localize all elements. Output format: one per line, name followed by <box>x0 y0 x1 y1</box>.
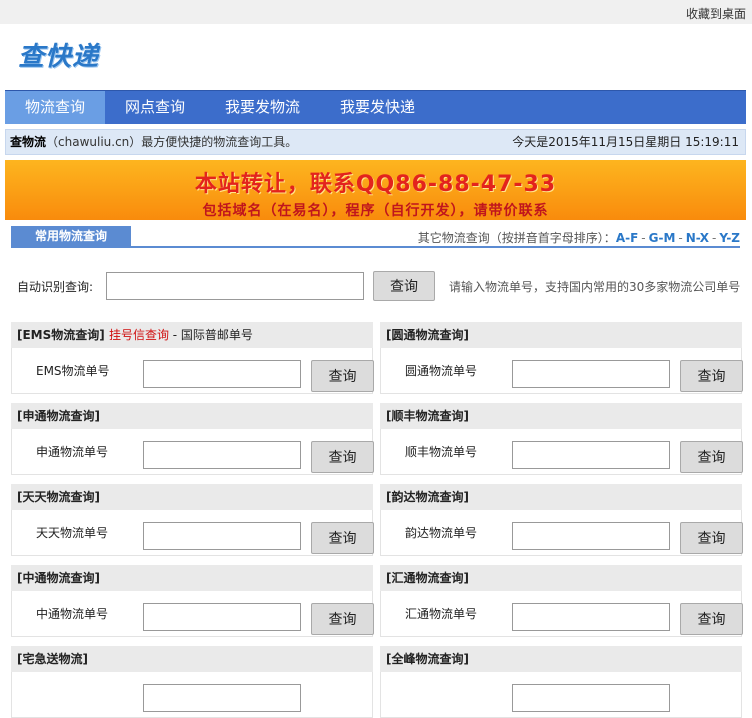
other-logistics-index: 其它物流查询（按拼音首字母排序）：A-F - G-M - N-X - Y-Z <box>418 229 740 246</box>
top-bar: 收藏到桌面 <box>0 0 752 24</box>
carrier-panel-tiantian: [天天物流查询] 天天物流单号 查询 <box>11 484 374 556</box>
main-nav: 物流查询 网点查询 我要发物流 我要发快递 <box>5 90 746 124</box>
carrier-panel-quanfeng: [全峰物流查询] <box>380 646 742 718</box>
carrier-panel-yuantong: [圆通物流查询] 圆通物流单号 查询 <box>380 322 743 394</box>
carrier-header: [申通物流查询] <box>11 403 373 429</box>
nav-send-express[interactable]: 我要发快递 <box>320 91 435 124</box>
huitong-query-button[interactable]: 查询 <box>680 603 743 635</box>
yunda-tracking-input[interactable] <box>512 522 670 550</box>
nav-logistics-query[interactable]: 物流查询 <box>5 91 106 124</box>
nav-branch-query[interactable]: 网点查询 <box>105 91 205 124</box>
carrier-body: 中通物流单号 查询 <box>11 591 374 637</box>
carrier-field-label: 韵达物流单号 <box>405 526 478 540</box>
banner-subline: 包括域名（在易名），程序（自行开发），请带价联系 <box>202 203 549 219</box>
carrier-title: [韵达物流查询] <box>386 490 469 504</box>
carrier-field-label: 天天物流单号 <box>36 526 109 540</box>
huitong-tracking-input[interactable] <box>512 603 670 631</box>
international-mail-link[interactable]: - 国际普邮单号 <box>169 328 253 342</box>
site-name: 查物流 <box>10 135 47 149</box>
carrier-header: [圆通物流查询] <box>380 322 742 348</box>
carrier-title: [圆通物流查询] <box>386 328 469 342</box>
carrier-title: [顺丰物流查询] <box>386 409 469 423</box>
carrier-body: 顺丰物流单号 查询 <box>380 429 743 475</box>
carrier-panel-yunda: [韵达物流查询] 韵达物流单号 查询 <box>380 484 743 556</box>
carrier-body: 韵达物流单号 查询 <box>380 510 743 556</box>
carrier-header: [EMS物流查询] 挂号信查询 - 国际普邮单号 <box>11 322 373 348</box>
range-a-f-link[interactable]: A-F <box>616 231 638 245</box>
carrier-title: [全峰物流查询] <box>386 652 469 666</box>
info-bar: 查物流（chawuliu.cn）最方便快捷的物流查询工具。 今天是2015年11… <box>5 129 746 155</box>
carrier-panel-shentong: [申通物流查询] 申通物流单号 查询 <box>11 403 374 475</box>
carrier-header: [顺丰物流查询] <box>380 403 742 429</box>
carrier-title: [中通物流查询] <box>17 571 100 585</box>
carrier-header: [全峰物流查询] <box>380 646 742 672</box>
range-y-z-link[interactable]: Y-Z <box>719 231 740 245</box>
carrier-panel-ems: [EMS物流查询] 挂号信查询 - 国际普邮单号 EMS物流单号 查询 <box>11 322 374 394</box>
promo-banner[interactable]: 本站转让，联系QQ86-88-47-33 包括域名（在易名），程序（自行开发），… <box>5 160 746 220</box>
range-separator: - <box>641 231 646 245</box>
yunda-query-button[interactable]: 查询 <box>680 522 743 554</box>
range-separator: - <box>678 231 683 245</box>
ems-query-button[interactable]: 查询 <box>311 360 374 392</box>
carrier-field-label: 申通物流单号 <box>36 445 109 459</box>
range-separator: - <box>712 231 717 245</box>
carrier-header: [宅急送物流] <box>11 646 373 672</box>
carrier-panel-shunfeng: [顺丰物流查询] 顺丰物流单号 查询 <box>380 403 743 475</box>
carrier-field-label: 汇通物流单号 <box>405 607 478 621</box>
carrier-header: [天天物流查询] <box>11 484 373 510</box>
carrier-title: [汇通物流查询] <box>386 571 469 585</box>
carrier-body: EMS物流单号 查询 <box>11 348 374 394</box>
range-n-x-link[interactable]: N-X <box>686 231 709 245</box>
carrier-body <box>380 672 742 718</box>
quanfeng-tracking-input[interactable] <box>512 684 670 712</box>
carrier-title: [EMS物流查询] <box>17 328 105 342</box>
carrier-header: [韵达物流查询] <box>380 484 742 510</box>
carrier-body: 天天物流单号 查询 <box>11 510 374 556</box>
zhongtong-tracking-input[interactable] <box>143 603 301 631</box>
tab-common-logistics[interactable]: 常用物流查询 <box>11 226 131 246</box>
carrier-body: 圆通物流单号 查询 <box>380 348 743 394</box>
site-logo[interactable]: 查快递 <box>18 36 99 73</box>
yuantong-tracking-input[interactable] <box>512 360 670 388</box>
carrier-header: [汇通物流查询] <box>380 565 742 591</box>
carrier-title: [宅急送物流] <box>17 652 88 666</box>
carrier-field-label: EMS物流单号 <box>36 364 110 378</box>
auto-detect-query-button[interactable]: 查询 <box>373 271 435 301</box>
banner-headline: 本站转让，联系QQ86-88-47-33 <box>194 172 557 197</box>
site-description: （chawuliu.cn）最方便快捷的物流查询工具。 <box>46 135 298 149</box>
carrier-panel-huitong: [汇通物流查询] 汇通物流单号 查询 <box>380 565 743 637</box>
auto-detect-input[interactable] <box>106 272 364 300</box>
carrier-panel-zhaijisong: [宅急送物流] <box>11 646 373 718</box>
registered-mail-query-link[interactable]: 挂号信查询 <box>109 328 169 342</box>
carrier-header: [中通物流查询] <box>11 565 373 591</box>
carrier-body <box>11 672 373 718</box>
yuantong-query-button[interactable]: 查询 <box>680 360 743 392</box>
add-to-desktop-link[interactable]: 收藏到桌面 <box>686 5 746 22</box>
carrier-title: [天天物流查询] <box>17 490 100 504</box>
carrier-field-label: 顺丰物流单号 <box>405 445 478 459</box>
zhaijisong-tracking-input[interactable] <box>143 684 301 712</box>
ems-tracking-input[interactable] <box>143 360 301 388</box>
tiantian-query-button[interactable]: 查询 <box>311 522 374 554</box>
nav-send-logistics[interactable]: 我要发物流 <box>205 91 320 124</box>
shentong-query-button[interactable]: 查询 <box>311 441 374 473</box>
tiantian-tracking-input[interactable] <box>143 522 301 550</box>
zhongtong-query-button[interactable]: 查询 <box>311 603 374 635</box>
query-tabs: 常用物流查询 其它物流查询（按拼音首字母排序）：A-F - G-M - N-X - Y-Z <box>11 226 740 248</box>
carrier-body: 申通物流单号 查询 <box>11 429 374 475</box>
carrier-panel-zhongtong: [中通物流查询] 中通物流单号 查询 <box>11 565 374 637</box>
auto-detect-label: 自动识别查询: <box>17 280 94 294</box>
carrier-body: 汇通物流单号 查询 <box>380 591 743 637</box>
other-logistics-label: 其它物流查询（按拼音首字母排序）： <box>417 231 616 245</box>
shunfeng-tracking-input[interactable] <box>512 441 670 469</box>
carrier-field-label: 圆通物流单号 <box>405 364 478 378</box>
shentong-tracking-input[interactable] <box>143 441 301 469</box>
carrier-field-label: 中通物流单号 <box>36 607 109 621</box>
shunfeng-query-button[interactable]: 查询 <box>680 441 743 473</box>
current-datetime: 今天是2015年11月15日星期日 15:19:11 <box>512 135 739 149</box>
auto-detect-hint: 请输入物流单号，支持国内常用的30多家物流公司单号 <box>449 280 741 294</box>
auto-detect-query: 自动识别查询: 查询 请输入物流单号，支持国内常用的30多家物流公司单号 <box>17 271 747 302</box>
carrier-title: [申通物流查询] <box>17 409 100 423</box>
range-g-m-link[interactable]: G-M <box>649 231 676 245</box>
